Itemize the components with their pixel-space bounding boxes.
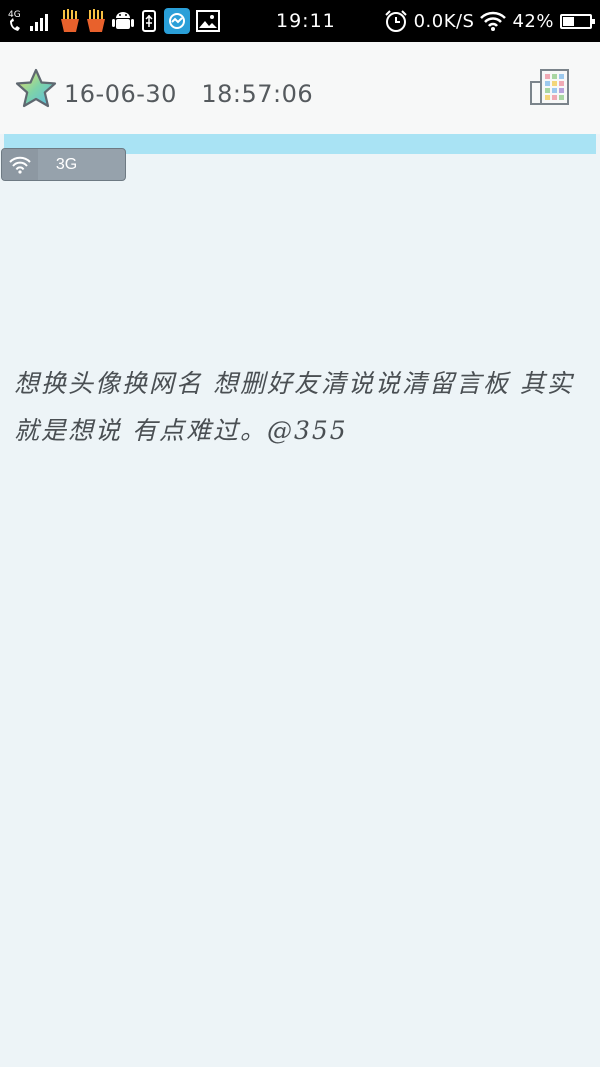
battery-icon (560, 13, 595, 29)
net-speed-text: 0.0K/S (413, 10, 475, 32)
post-text: 想换头像换网名 想删好友清说说清留言板 其实就是想说 有点难过。@355 (14, 369, 574, 445)
post-date: 16-06-30 (64, 80, 177, 108)
wifi-icon (2, 149, 38, 180)
status-bar-left: 4G (8, 0, 220, 42)
usb-icon (140, 7, 158, 35)
alarm-icon (384, 7, 408, 35)
post-datetime: 16-06-30 18:57:06 (64, 80, 313, 108)
star-icon[interactable] (15, 68, 57, 112)
browser-app-icon (164, 7, 190, 35)
network-type-text: 4G (8, 10, 21, 20)
post-time: 18:57:06 (201, 80, 314, 108)
battery-percent-text: 42% (512, 10, 554, 32)
status-bar-right: 0.0K/S 42% (384, 0, 595, 42)
wifi-icon (480, 7, 507, 35)
android-icon (112, 7, 134, 35)
header: 16-06-30 18:57:06 (0, 42, 600, 134)
battery-fill (563, 16, 574, 26)
fries-icon (60, 7, 80, 35)
status-bar: 4G 19:11 0.0K/S 42% (0, 0, 600, 42)
network-label: 3G (55, 155, 78, 173)
grid-menu-icon[interactable] (530, 68, 570, 110)
fries-icon (86, 7, 106, 35)
network-indicator[interactable]: 3G (1, 148, 126, 181)
image-icon (196, 7, 220, 35)
call-signal-icon: 4G (8, 7, 54, 35)
status-bar-time: 19:11 (276, 10, 336, 32)
